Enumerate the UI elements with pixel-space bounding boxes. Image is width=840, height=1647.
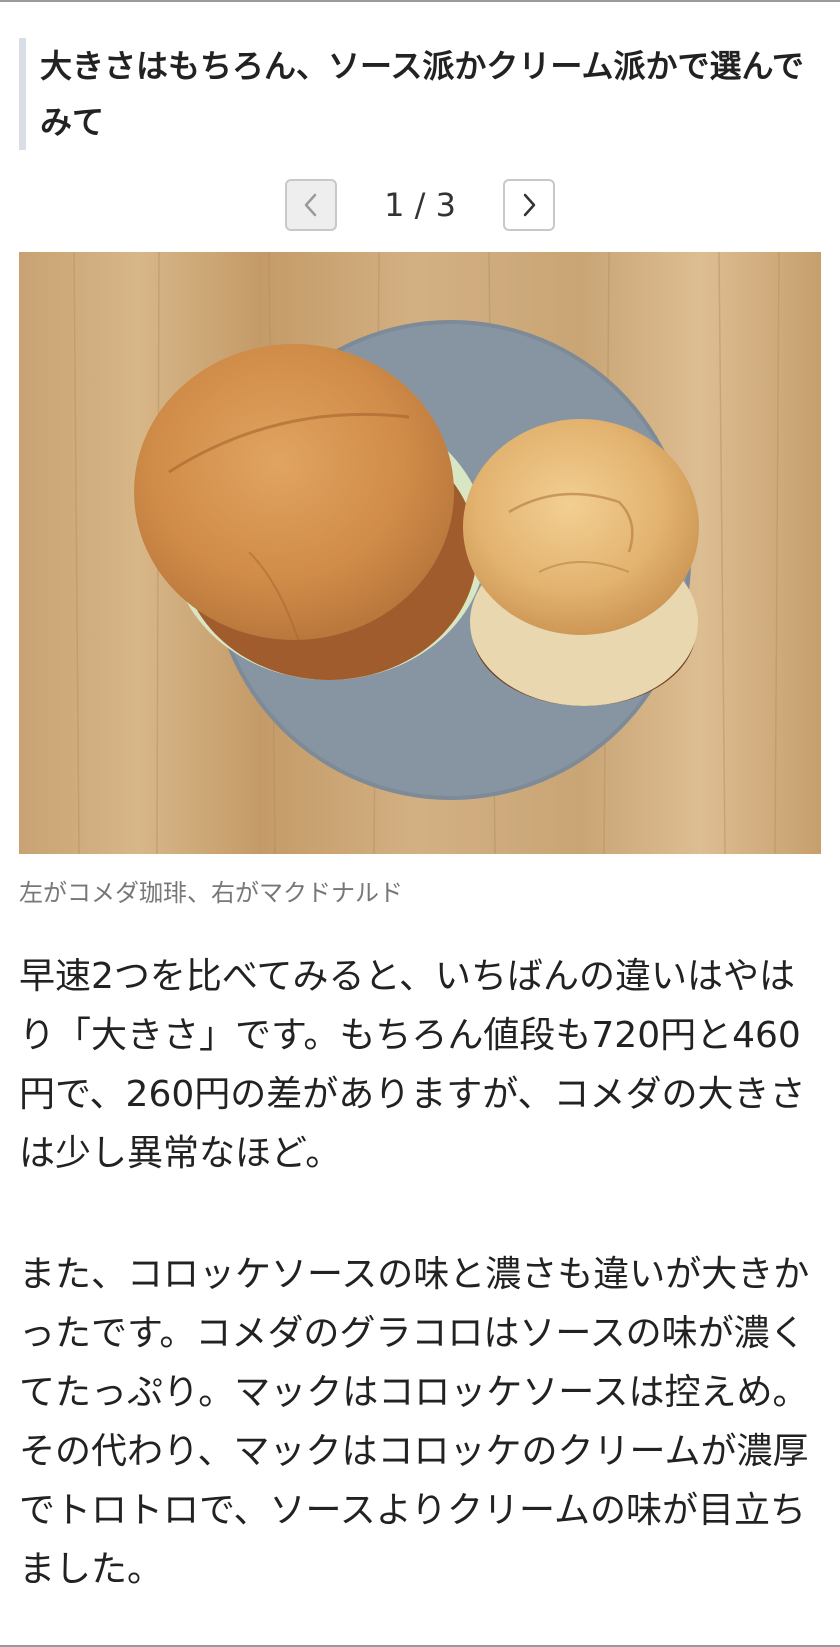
- article-paragraph-2: また、コロッケソースの味と濃さも違いが大きかったです。コメダのグラコロはソースの…: [19, 1254, 810, 1590]
- prev-image-button[interactable]: [285, 179, 337, 231]
- section-heading: 大きさはもちろん、ソース派かクリーム派かで選んでみて: [19, 38, 819, 150]
- photo-illustration: [19, 252, 821, 854]
- pager-counter: 1 / 3: [384, 186, 456, 224]
- article-paragraph-1: 早速2つを比べてみると、いちばんの違いはやはり「大きさ」です。もちろん値段も72…: [19, 956, 806, 1174]
- image-pager: 1 / 3: [0, 176, 840, 234]
- next-image-button[interactable]: [503, 179, 555, 231]
- photo-caption: 左がコメダ珈琲、右がマクドナルド: [19, 879, 403, 907]
- top-divider: [0, 0, 840, 2]
- heading-text: 大きさはもちろん、ソース派かクリーム派かで選んでみて: [40, 47, 804, 141]
- burger-comparison-photo: [19, 252, 821, 854]
- chevron-left-icon: [304, 193, 317, 217]
- chevron-right-icon: [523, 193, 536, 217]
